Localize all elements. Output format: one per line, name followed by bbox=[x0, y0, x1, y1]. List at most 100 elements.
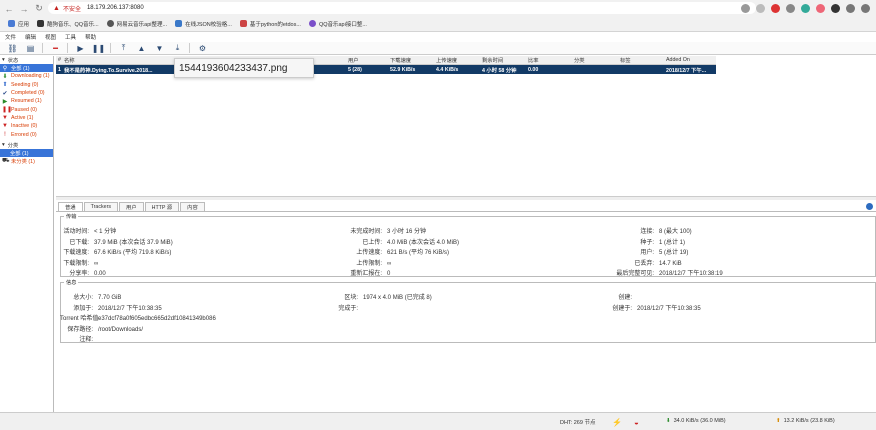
extension-red-icon[interactable] bbox=[771, 4, 780, 13]
tab-2[interactable]: 用户 bbox=[119, 202, 144, 211]
address-row: ← → ↻ ▲ 不安全 18.179.206.137:8080 bbox=[0, 1, 876, 16]
profile-icon[interactable] bbox=[846, 4, 855, 13]
dht-status: DHT: 269 节点 bbox=[560, 420, 596, 426]
settings-gear-icon[interactable]: ⚙ bbox=[197, 43, 208, 54]
pause-icon[interactable]: ❚❚ bbox=[92, 43, 105, 54]
category-header[interactable]: ▾ 分类 bbox=[0, 141, 53, 149]
menu-tools[interactable]: 工具 bbox=[65, 33, 76, 41]
bookmark-apps[interactable]: 应用 bbox=[8, 20, 29, 28]
status-filter-item[interactable]: ! Errored (0) bbox=[0, 130, 53, 138]
detail-value: 0.00 bbox=[94, 271, 106, 277]
status-filter-item[interactable]: ⬆ Seeding (0) bbox=[0, 81, 53, 89]
extension-green-icon[interactable] bbox=[801, 4, 810, 13]
connection-status-icon[interactable]: ⚡ bbox=[612, 418, 622, 427]
detail-value: < 1 分钟 bbox=[94, 229, 117, 235]
column-header[interactable]: 分类 bbox=[572, 56, 618, 64]
column-header[interactable]: 上传速度 bbox=[434, 56, 480, 64]
column-header[interactable]: 标签 bbox=[618, 56, 664, 64]
column-header[interactable]: 用户 bbox=[346, 56, 388, 64]
column-header[interactable]: 比率 bbox=[526, 56, 572, 64]
detail-key: 下载速度: bbox=[63, 250, 89, 256]
extension-gray-icon[interactable] bbox=[786, 4, 795, 13]
filter-icon: ▼ bbox=[2, 123, 8, 130]
delete-icon[interactable]: ━ bbox=[50, 43, 61, 54]
status-filter-item[interactable]: ▼ Active (1) bbox=[0, 114, 53, 122]
column-header[interactable]: Added On bbox=[664, 57, 716, 63]
bookmark-item[interactable]: 网易云音乐api整理... bbox=[106, 20, 167, 28]
detail-key: 活动时间: bbox=[63, 229, 89, 235]
uncategorized-icon: ⛟ bbox=[2, 158, 10, 165]
menu-dots-icon[interactable] bbox=[861, 4, 870, 13]
resume-icon: ▶ bbox=[2, 98, 8, 105]
menu-edit[interactable]: 编辑 bbox=[25, 33, 36, 41]
detail-value: ∞ bbox=[387, 260, 392, 267]
detail-row: 上传限制: ∞ bbox=[348, 258, 391, 267]
tab-0[interactable]: 普通 bbox=[58, 202, 83, 211]
detail-row: 创建: bbox=[604, 292, 637, 301]
status-filter-item[interactable]: ⬇ Downloading (1) bbox=[0, 72, 53, 80]
forward-arrow-icon[interactable]: → bbox=[18, 3, 30, 15]
category-filter-label: 全部 (1) bbox=[10, 150, 29, 157]
bookmark-icon bbox=[37, 20, 45, 27]
menu-file[interactable]: 文件 bbox=[5, 33, 16, 41]
tab-3[interactable]: HTTP 源 bbox=[144, 202, 180, 211]
detail-row: 总大小: 7.70 GiB bbox=[60, 292, 121, 301]
bookmark-item[interactable]: 酷狗音乐、QQ音乐... bbox=[37, 20, 99, 28]
menu-help[interactable]: 帮助 bbox=[85, 33, 96, 41]
extension-dark-icon[interactable] bbox=[831, 4, 840, 13]
move-down-icon[interactable]: ▼ bbox=[154, 43, 165, 54]
download-arrow-icon: ⬇ bbox=[2, 73, 8, 80]
extension-orange-icon[interactable] bbox=[816, 4, 825, 13]
star-icon[interactable] bbox=[756, 4, 765, 13]
key-icon[interactable] bbox=[741, 4, 750, 13]
move-up-icon[interactable]: ▲ bbox=[136, 43, 147, 54]
column-header[interactable]: 名称 bbox=[62, 56, 154, 64]
column-header[interactable]: 下载速度 bbox=[388, 56, 434, 64]
tab-1[interactable]: Trackers bbox=[83, 202, 119, 211]
status-filter-list: ⚲ 全部 (1) ⬇ Downloading (1) ⬆ Seeding (0) ✔ Comp… bbox=[0, 64, 53, 139]
detail-row: 种子: 1 (总计 1) bbox=[610, 237, 685, 246]
status-filter-item[interactable]: ▼ Inactive (0) bbox=[0, 122, 53, 130]
status-filter-item[interactable]: ▶ Resumed (1) bbox=[0, 97, 53, 105]
address-bar[interactable]: ▲ 不安全 18.179.206.137:8080 bbox=[48, 2, 756, 14]
detail-value: 621 B/s (平均 76 KiB/s) bbox=[387, 250, 450, 256]
add-link-icon[interactable]: ⛓ bbox=[7, 43, 18, 54]
status-filter-item[interactable]: ⚲ 全部 (1) bbox=[0, 64, 53, 73]
category-filter-label: 未分类 (1) bbox=[11, 159, 35, 166]
move-top-icon[interactable]: ⤒ bbox=[118, 43, 129, 54]
detail-key: Torrent 哈希值: bbox=[60, 316, 101, 322]
category-filter-item[interactable]: 全部 (1) bbox=[0, 148, 53, 157]
table-row[interactable]: 1 我不是药神.Dying.To.Survive.2018... 5 (28) 52.… bbox=[56, 65, 716, 74]
detail-value: /root/Downloads/ bbox=[98, 326, 144, 333]
detail-row: 添加于: 2018/12/7 下午10:38:35 bbox=[60, 303, 162, 312]
speed-limit-icon[interactable]: ◒ bbox=[634, 418, 639, 427]
add-torrent-icon[interactable]: ▤ bbox=[25, 43, 36, 54]
toolbar: ⛓ ▤ ━ ▶ ❚❚ ⤒ ▲ ▼ ⤓ ⚙ bbox=[0, 42, 876, 55]
tab-4[interactable]: 内容 bbox=[180, 202, 205, 211]
resume-icon[interactable]: ▶ bbox=[75, 43, 86, 54]
upload-speed-status[interactable]: ⬆ 13.2 KiB/s (23.8 KiB) bbox=[776, 418, 835, 424]
status-filter-label: Errored (0) bbox=[11, 131, 37, 138]
status-filter-label: Completed (0) bbox=[11, 90, 45, 97]
back-arrow-icon[interactable]: ← bbox=[3, 3, 15, 15]
detail-key: 区块: bbox=[344, 295, 358, 301]
bookmark-icon bbox=[239, 20, 247, 27]
move-bottom-icon[interactable]: ⤓ bbox=[172, 43, 183, 54]
detail-value: 2018/12/7 下午10:38:35 bbox=[98, 305, 162, 312]
bookmark-item[interactable]: QQ音乐api接口整... bbox=[308, 20, 367, 28]
category-filter-item[interactable]: ⛟ 未分类 (1) bbox=[0, 157, 53, 165]
panel-splitter[interactable] bbox=[56, 196, 876, 200]
detail-value: 8 (最大 100) bbox=[659, 229, 692, 235]
status-header[interactable]: ▾ 状态 bbox=[0, 56, 53, 64]
column-header[interactable]: 剩余时间 bbox=[480, 56, 526, 64]
status-filter-item[interactable]: ❚❚ Paused (0) bbox=[0, 105, 53, 114]
reload-icon[interactable]: ↻ bbox=[33, 3, 45, 15]
category-filter-list: 全部 (1) ⛟ 未分类 (1) bbox=[0, 148, 53, 166]
download-speed-status[interactable]: ⬇ 34.0 KiB/s (36.0 MiB) bbox=[666, 418, 726, 424]
status-filter-item[interactable]: ✔ Completed (0) bbox=[0, 89, 53, 97]
menu-view[interactable]: 视图 bbox=[45, 33, 56, 41]
bookmark-item[interactable]: 在线JSON校验格... bbox=[175, 20, 232, 28]
bookmark-item[interactable]: 基于python的etdos... bbox=[239, 20, 301, 28]
collapse-arrow-icon: ▾ bbox=[2, 57, 5, 63]
collapse-panel-icon[interactable] bbox=[866, 203, 873, 210]
